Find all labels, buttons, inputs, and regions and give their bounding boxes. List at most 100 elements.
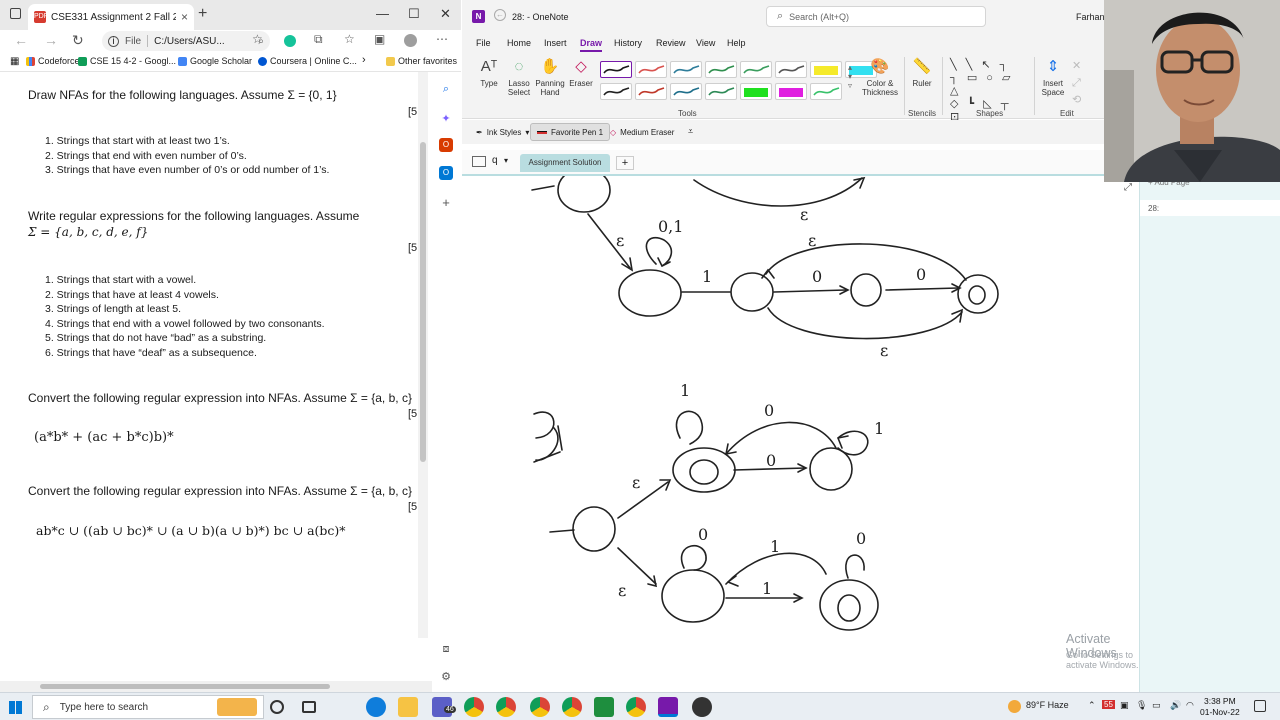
pen-swatch[interactable] (775, 61, 807, 78)
extensions-icon[interactable]: ⧉ (314, 32, 323, 47)
favorites-bar-icon[interactable]: ☆ (344, 32, 355, 46)
microphone-icon[interactable]: 🎙 (1136, 700, 1147, 711)
collections-icon[interactable]: ▣ (374, 32, 385, 46)
expand-icon[interactable]: ⤢ (1124, 182, 1132, 193)
favorites-star-icon[interactable]: ☆ (252, 32, 263, 46)
tray-overflow-icon[interactable]: ⌃ (1088, 700, 1096, 711)
minimize-button[interactable]: — (376, 6, 389, 21)
add-section-button[interactable]: + (616, 156, 634, 170)
reload-icon[interactable]: ↻ (72, 32, 84, 49)
tab-draw[interactable]: Draw (580, 38, 603, 52)
settings-gear-icon[interactable]: ⚙ (439, 670, 453, 684)
info-icon[interactable]: i (108, 35, 119, 47)
note-canvas[interactable]: ε 0,1 ε 1 ε 0 0 ε 3) 1 0 1 0 ε 0 1 0 1 ε (462, 174, 1139, 692)
tray-badge[interactable]: 55 (1102, 700, 1115, 709)
outlook-icon[interactable]: O (439, 166, 453, 180)
tab-assignment-solution[interactable]: Assignment Solution (520, 154, 610, 172)
onenote-search-input[interactable]: ⌕ Search (Alt+Q) (766, 6, 986, 27)
obs-icon[interactable] (692, 697, 712, 717)
bookmarks-overflow-icon[interactable]: › (362, 54, 366, 66)
taskbar-search-input[interactable]: ⌕ Type here to search (32, 695, 264, 719)
lasso-select-tool[interactable]: ◌ Lasso Select (506, 57, 532, 97)
color-thickness-tool[interactable]: 🎨 Color & Thickness (860, 57, 900, 97)
search-icon[interactable]: ⌕ (439, 82, 453, 96)
taskbar-clock[interactable]: 3:38 PM 01-Nov-22 (1200, 696, 1240, 718)
chrome-profile-icon[interactable] (530, 697, 550, 717)
notebook-icon[interactable] (472, 156, 486, 167)
pen-swatch[interactable] (670, 83, 702, 100)
pen-swatch[interactable] (670, 61, 702, 78)
panning-hand-tool[interactable]: ✋ Panning Hand (535, 57, 565, 97)
address-input[interactable]: i File C:/Users/ASU... ⌕ (102, 31, 270, 51)
shapes-gallery[interactable]: ╲ ╲ ↖ ┐ ┐ ▭ ○ ▱ △ ◇ ┗ ◺ ┬ ⊡ (950, 59, 1028, 123)
task-view-icon[interactable] (302, 701, 316, 713)
tab-file[interactable]: File (476, 38, 491, 48)
pdf-horizontal-scrollbar[interactable] (0, 681, 432, 692)
page-entry-28[interactable]: 28: (1140, 200, 1280, 216)
ink-styles-button[interactable]: ✒ Ink Styles ▾ (470, 123, 535, 141)
new-tab-button[interactable]: + (198, 5, 207, 23)
ruler-tool[interactable]: 📏 Ruler (908, 57, 936, 88)
arrange-icon[interactable]: ⤢ (1072, 77, 1081, 90)
tab-review[interactable]: Review (656, 38, 686, 48)
pen-gallery-scroll-icon[interactable]: ▴ ▾ ▿ (848, 63, 852, 90)
eraser-tool[interactable]: ◇ Eraser (568, 57, 594, 88)
tray-app-icon[interactable]: ▣ (1120, 700, 1129, 711)
windows-start-icon[interactable] (9, 701, 22, 714)
office-icon[interactable]: O (439, 138, 453, 152)
weather-text[interactable]: 89°F Haze (1026, 700, 1069, 710)
pen-swatch[interactable] (810, 61, 842, 78)
notebook-label[interactable]: q (492, 155, 498, 166)
more-icon[interactable]: ⋯ (436, 32, 448, 46)
bookmark-google-sheet[interactable]: CSE 15 4-2 - Googl... (78, 56, 176, 66)
pen-swatch[interactable] (600, 83, 632, 100)
pdf-vertical-scrollbar[interactable] (418, 72, 428, 638)
tab-close-icon[interactable]: × (181, 10, 188, 24)
bookmark-apps-icon[interactable]: ▦ (10, 56, 19, 67)
bookmark-google-scholar[interactable]: Google Scholar (178, 56, 252, 66)
chrome-icon[interactable] (464, 697, 484, 717)
maximize-button[interactable]: ☐ (408, 6, 420, 22)
medium-eraser-button[interactable]: ◇ Medium Eraser (604, 123, 680, 141)
tab-insert[interactable]: Insert (544, 38, 567, 48)
sheets-icon[interactable] (594, 697, 614, 717)
pen-swatch[interactable] (635, 83, 667, 100)
volume-icon[interactable]: 🔊 (1170, 700, 1181, 711)
delete-icon[interactable]: ✕ (1072, 59, 1081, 72)
network-icon[interactable]: ▭ (1152, 700, 1161, 711)
rotate-icon[interactable]: ⟲ (1072, 93, 1081, 106)
pen-swatch[interactable] (740, 83, 772, 100)
chrome-profile-icon[interactable] (626, 697, 646, 717)
scrollbar-thumb[interactable] (40, 684, 330, 689)
favorite-pen-button[interactable]: Favorite Pen 1 (530, 123, 611, 141)
grammarly-icon[interactable] (284, 35, 296, 47)
back-icon[interactable]: ← (14, 32, 28, 48)
pen-swatch[interactable] (705, 61, 737, 78)
pen-swatch[interactable] (600, 61, 632, 78)
pen-swatch[interactable] (740, 61, 772, 78)
browser-tab-active[interactable]: PDF CSE331 Assignment 2 Fall 2022... × (28, 4, 194, 30)
tab-view[interactable]: View (696, 38, 715, 48)
back-icon[interactable]: ← (494, 9, 506, 21)
file-explorer-icon[interactable] (398, 697, 418, 717)
notifications-icon[interactable] (1254, 700, 1266, 712)
tab-history[interactable]: History (614, 38, 642, 48)
wifi-icon[interactable]: ◠ (1186, 700, 1194, 711)
chrome-profile-icon[interactable] (562, 697, 582, 717)
close-window-button[interactable]: ✕ (440, 6, 451, 22)
cortana-icon[interactable] (270, 700, 284, 714)
scrollbar-thumb[interactable] (420, 142, 426, 462)
user-name[interactable]: Farhan (1076, 12, 1105, 22)
bookmark-other-favorites[interactable]: Other favorites (386, 56, 457, 66)
onenote-taskbar-icon[interactable] (658, 697, 678, 717)
add-sidebar-icon[interactable]: + (439, 196, 453, 210)
forward-icon[interactable]: → (44, 32, 58, 48)
split-screen-icon[interactable]: ⧈ (439, 642, 453, 656)
bookmark-codeforces[interactable]: Codeforces (26, 56, 84, 66)
tab-actions-icon[interactable] (10, 8, 21, 19)
pen-swatch[interactable] (705, 83, 737, 100)
pen-swatch[interactable] (635, 61, 667, 78)
pen-swatch[interactable] (810, 83, 842, 100)
chevron-down-icon[interactable]: ▾ (504, 156, 508, 165)
discover-icon[interactable]: ✦ (439, 112, 453, 126)
